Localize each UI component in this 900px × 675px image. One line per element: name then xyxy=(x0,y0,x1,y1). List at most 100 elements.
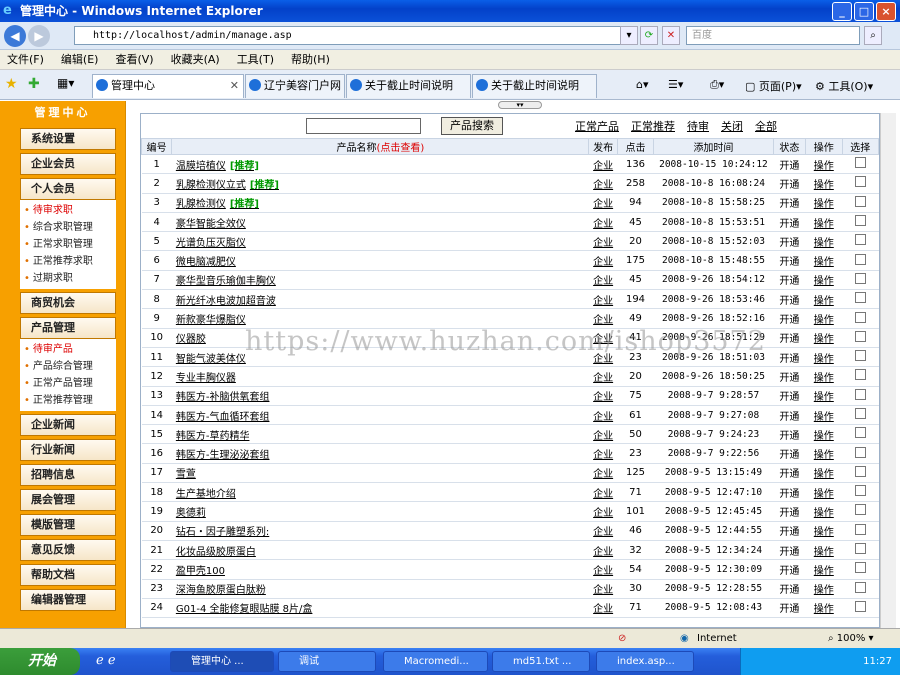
cell-op[interactable]: 操作 xyxy=(805,193,842,213)
product-link[interactable]: 韩医方-生理泌泌套组 xyxy=(176,450,270,461)
cell-pub[interactable]: 企业 xyxy=(588,463,618,484)
add-favorite-icon[interactable]: ✚ xyxy=(28,76,40,92)
row-checkbox[interactable] xyxy=(854,523,866,535)
cell-op[interactable]: 操作 xyxy=(805,443,842,464)
sidebar-subitem[interactable]: 正常产品管理 xyxy=(24,375,116,392)
cell-pub[interactable]: 企业 xyxy=(588,328,618,348)
sidebar-subitem[interactable]: 产品综合管理 xyxy=(24,358,116,375)
task-index-asp[interactable]: index.asp... xyxy=(596,651,694,672)
tab-deadline-2[interactable]: 关于截止时间说明 xyxy=(472,74,597,98)
cell-op[interactable]: 操作 xyxy=(805,405,842,426)
row-checkbox[interactable] xyxy=(854,504,866,516)
cell-pub[interactable]: 企业 xyxy=(588,212,618,233)
forward-button[interactable]: ▶ xyxy=(28,25,50,47)
row-checkbox[interactable] xyxy=(854,195,866,207)
sidebar-subitem[interactable]: 正常推荐求职 xyxy=(24,253,116,270)
back-button[interactable]: ◀ xyxy=(4,25,26,47)
cell-name[interactable]: 雪萱 xyxy=(171,463,589,484)
row-checkbox[interactable] xyxy=(854,215,866,227)
product-link[interactable]: 化妆品级胶原蛋白 xyxy=(176,547,256,558)
cell-name[interactable]: 乳腺检测仪立式 [推荐] xyxy=(171,173,589,194)
menu-view[interactable]: 查看(V) xyxy=(115,50,153,69)
cell-name[interactable]: 新光纤冰电波加超音波 xyxy=(171,289,589,310)
url-input[interactable]: http://localhost/admin/manage.asp xyxy=(74,26,634,45)
tab-deadline-1[interactable]: 关于截止时间说明 xyxy=(346,74,471,98)
cell-pub[interactable]: 企业 xyxy=(588,250,618,271)
cell-name[interactable]: 光谱负压灭脂仪 xyxy=(171,231,589,252)
cell-pub[interactable]: 企业 xyxy=(588,386,618,406)
filter-link[interactable]: 关闭 xyxy=(721,118,743,134)
quicklaunch-ie-icon[interactable]: ℯ ℯ xyxy=(96,653,116,668)
cell-pub[interactable]: 企业 xyxy=(588,598,618,619)
sidebar-section[interactable]: 企业新闻 xyxy=(20,414,116,436)
cell-op[interactable]: 操作 xyxy=(805,308,842,329)
sidebar-section[interactable]: 产品管理 xyxy=(20,317,116,339)
sidebar-subitem[interactable]: 过期求职 xyxy=(24,270,116,287)
cell-op[interactable]: 操作 xyxy=(805,212,842,233)
cell-op[interactable]: 操作 xyxy=(805,347,842,368)
product-link[interactable]: 奥德莉 xyxy=(176,508,206,519)
product-link[interactable]: 韩医方-补脑供氧套组 xyxy=(176,392,270,403)
cell-pub[interactable]: 企业 xyxy=(588,521,618,541)
row-checkbox[interactable] xyxy=(854,292,866,304)
sidebar-section[interactable]: 行业新闻 xyxy=(20,439,116,461)
cell-op[interactable]: 操作 xyxy=(805,598,842,619)
cell-op[interactable]: 操作 xyxy=(805,154,842,175)
page-menu[interactable]: ▢ 页面(P)▾ xyxy=(745,78,802,94)
task-md51[interactable]: md51.txt ... xyxy=(492,651,590,672)
cell-op[interactable]: 操作 xyxy=(805,328,842,348)
url-dropdown-icon[interactable]: ▾ xyxy=(620,26,638,45)
cell-pub[interactable]: 企业 xyxy=(588,308,618,329)
row-checkbox[interactable] xyxy=(854,543,866,555)
row-checkbox[interactable] xyxy=(854,562,866,574)
tab-portal[interactable]: 辽宁美容门户网 -... xyxy=(245,74,345,98)
cell-name[interactable]: 智能气波美体仪 xyxy=(171,347,589,368)
cell-pub[interactable]: 企业 xyxy=(588,405,618,426)
product-link[interactable]: 新款豪华爆脂仪 xyxy=(176,315,246,326)
filter-link[interactable]: 正常产品 xyxy=(575,118,619,134)
cell-op[interactable]: 操作 xyxy=(805,540,842,561)
cell-name[interactable]: 专业丰胸仪器 xyxy=(171,366,589,387)
home-icon[interactable]: ⌂▾ xyxy=(636,78,649,91)
product-search-input[interactable] xyxy=(306,118,421,134)
cell-name[interactable]: 生产基地介绍 xyxy=(171,482,589,503)
sidebar-section[interactable]: 个人会员 xyxy=(20,178,116,200)
cell-pub[interactable]: 企业 xyxy=(588,559,618,580)
row-checkbox[interactable] xyxy=(854,272,866,284)
product-search-button[interactable]: 产品搜索 xyxy=(441,117,503,135)
feeds-icon[interactable]: ☰▾ xyxy=(668,78,683,91)
cell-name[interactable]: 仪器胶 xyxy=(171,328,589,348)
search-input[interactable]: 百度 xyxy=(686,26,860,45)
maximize-button[interactable]: □ xyxy=(854,2,874,21)
cell-name[interactable]: 新款豪华爆脂仪 xyxy=(171,308,589,329)
sidebar-section[interactable]: 展会管理 xyxy=(20,489,116,511)
product-link[interactable]: 豪华型音乐瑜伽丰胸仪 xyxy=(176,276,276,287)
collapse-handle[interactable]: ▾▾ xyxy=(498,101,542,109)
cell-op[interactable]: 操作 xyxy=(805,559,842,580)
product-link[interactable]: 生产基地介绍 xyxy=(176,489,236,500)
cell-pub[interactable]: 企业 xyxy=(588,231,618,252)
row-checkbox[interactable] xyxy=(854,408,866,419)
refresh-icon[interactable]: ⟳ xyxy=(640,26,658,45)
product-link[interactable]: 韩医方-草药精华 xyxy=(176,431,250,442)
cell-name[interactable]: 钻石・因子雕塑系列: xyxy=(171,521,589,541)
row-checkbox[interactable] xyxy=(854,369,866,381)
page-scrollbar[interactable] xyxy=(880,113,896,628)
sidebar-section[interactable]: 编辑器管理 xyxy=(20,589,116,611)
menu-favorites[interactable]: 收藏夹(A) xyxy=(171,50,220,69)
product-link[interactable]: 豪华智能全效仪 xyxy=(176,219,246,230)
product-link[interactable]: 光谱负压灭脂仪 xyxy=(176,238,246,249)
row-checkbox[interactable] xyxy=(854,253,866,265)
cell-name[interactable]: 韩医方-补脑供氧套组 xyxy=(171,386,589,406)
cell-pub[interactable]: 企业 xyxy=(588,173,618,194)
cell-name[interactable]: 韩医方-草药精华 xyxy=(171,424,589,445)
product-link[interactable]: 仪器胶 xyxy=(176,334,206,345)
filter-link[interactable]: 全部 xyxy=(755,118,777,134)
row-checkbox[interactable] xyxy=(854,388,866,400)
minimize-button[interactable]: _ xyxy=(832,2,852,21)
cell-name[interactable]: 豪华智能全效仪 xyxy=(171,212,589,233)
row-checkbox[interactable] xyxy=(854,311,866,323)
product-link[interactable]: 微电脑减肥仪 xyxy=(176,257,236,268)
cell-pub[interactable]: 企业 xyxy=(588,193,618,213)
sidebar-subitem[interactable]: 待审求职 xyxy=(24,202,116,219)
